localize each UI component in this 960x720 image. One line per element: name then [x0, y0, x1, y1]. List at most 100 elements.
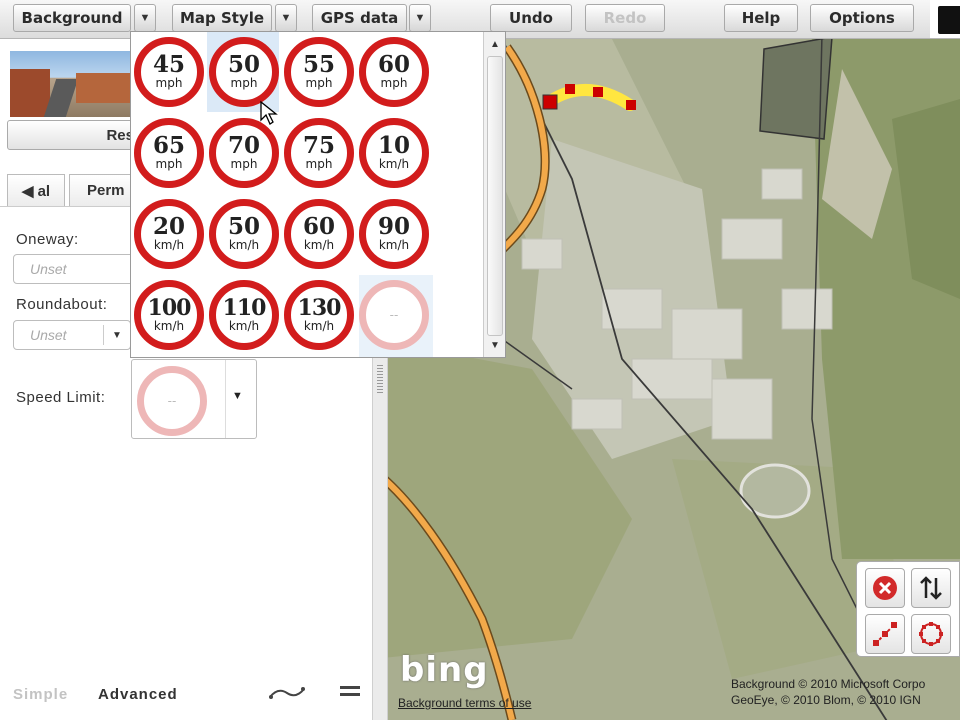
- speed-sign-option[interactable]: 100 km/h: [134, 280, 204, 350]
- speed-sign-option[interactable]: 70 mph: [209, 118, 279, 188]
- oneway-label: Oneway:: [16, 231, 79, 248]
- speed-sign-value: 70: [227, 132, 260, 159]
- tab-permissions[interactable]: Perm: [69, 174, 139, 206]
- speed-sign-value: 50: [227, 51, 260, 78]
- speed-sign-option[interactable]: 130 km/h: [284, 280, 354, 350]
- chevron-down-icon[interactable]: ▼: [232, 390, 243, 402]
- roundabout-value: Unset: [30, 327, 67, 343]
- attribution-line: GeoEye, © 2010 Blom, © 2010 IGN: [731, 693, 921, 707]
- scroll-down-icon[interactable]: ▼: [484, 335, 505, 355]
- road-node-handle: [593, 87, 603, 97]
- speed-sign-unit: km/h: [153, 319, 185, 333]
- speed-sign-unit: km/h: [378, 238, 410, 252]
- speed-sign-option[interactable]: 65 mph: [134, 118, 204, 188]
- speed-sign-value: 130: [297, 295, 342, 321]
- speed-sign-unit: km/h: [228, 238, 260, 252]
- speed-sign-option[interactable]: 50 km/h: [209, 199, 279, 269]
- speed-limit-dropdown: 45 mph 50 mph 55 mph 60 mph 65 mph 70 mph 75 mph 10 km/…: [130, 31, 506, 358]
- road-shape-icon[interactable]: [268, 685, 306, 701]
- street-view-thumbnail[interactable]: [10, 51, 138, 117]
- speed-sign-value: 50: [227, 213, 260, 240]
- circularize-icon: [919, 622, 943, 646]
- speed-limit-select[interactable]: -- ▼: [131, 359, 257, 439]
- speed-sign-value: 110: [222, 295, 267, 321]
- reverse-direction-icon: [920, 576, 942, 600]
- speed-sign-unit: mph: [380, 76, 408, 90]
- speed-sign-value: 55: [302, 51, 335, 78]
- tab-general[interactable]: ◀ al: [7, 174, 65, 206]
- speed-sign-value: 90: [377, 213, 410, 240]
- speed-sign-unit: km/h: [303, 238, 335, 252]
- speed-limit-current-value: --: [167, 394, 177, 408]
- speed-sign-unit: mph: [305, 76, 333, 90]
- map-style-button[interactable]: Map Style: [172, 4, 272, 32]
- delete-button[interactable]: [865, 568, 905, 608]
- reset-button[interactable]: Res: [7, 120, 137, 150]
- straighten-button[interactable]: [865, 614, 905, 654]
- mode-simple-link[interactable]: Simple: [13, 686, 68, 703]
- scroll-up-icon[interactable]: ▲: [484, 34, 505, 54]
- delete-icon: [873, 576, 897, 600]
- speed-sign-value: 60: [302, 213, 335, 240]
- scroll-thumb[interactable]: [487, 56, 503, 336]
- straighten-icon: [873, 622, 897, 646]
- speed-sign-unset[interactable]: --: [359, 280, 429, 350]
- road-node-handle: [626, 100, 636, 110]
- undo-button[interactable]: Undo: [490, 4, 572, 32]
- speed-sign-option[interactable]: 60 mph: [359, 37, 429, 107]
- speed-sign-unit: km/h: [228, 319, 260, 333]
- speed-sign-value: 100: [147, 295, 192, 321]
- speed-sign-unit: mph: [155, 76, 183, 90]
- redo-button[interactable]: Redo: [585, 4, 665, 32]
- speed-sign-unit: mph: [305, 157, 333, 171]
- speed-sign-option[interactable]: 90 km/h: [359, 199, 429, 269]
- speed-limit-label: Speed Limit:: [16, 389, 106, 406]
- map-tool-palette: [856, 561, 960, 657]
- roundabout-label: Roundabout:: [16, 296, 108, 313]
- background-button[interactable]: Background: [13, 4, 131, 32]
- speed-sign-value: 20: [152, 213, 185, 240]
- mode-bar: Simple Advanced: [0, 675, 372, 720]
- roundabout-select[interactable]: Unset ▼: [13, 320, 131, 350]
- background-dropdown-icon[interactable]: ▼: [134, 4, 156, 32]
- speed-sign-option[interactable]: 75 mph: [284, 118, 354, 188]
- speed-sign-option[interactable]: 45 mph: [134, 37, 204, 107]
- speed-sign-value: 10: [377, 132, 410, 159]
- reverse-direction-button[interactable]: [911, 568, 951, 608]
- dropdown-scrollbar[interactable]: ▲ ▼: [483, 32, 505, 357]
- map-style-dropdown-icon[interactable]: ▼: [275, 4, 297, 32]
- speed-sign-value: 75: [302, 132, 335, 159]
- gps-data-dropdown-icon[interactable]: ▼: [409, 4, 431, 32]
- circularize-button[interactable]: [911, 614, 951, 654]
- gps-data-button[interactable]: GPS data: [312, 4, 407, 32]
- speed-sign-option[interactable]: 110 km/h: [209, 280, 279, 350]
- map-attribution: Background © 2010 Microsoft Corpo GeoEye…: [731, 676, 960, 708]
- help-button[interactable]: Help: [724, 4, 798, 32]
- speed-sign-unit: km/h: [303, 319, 335, 333]
- speed-sign-value: 60: [377, 51, 410, 78]
- account-icon: [938, 6, 960, 34]
- background-terms-link[interactable]: Background terms of use: [398, 696, 531, 710]
- speed-sign-unit: km/h: [153, 238, 185, 252]
- speed-sign-unit: mph: [155, 157, 183, 171]
- speed-sign-option[interactable]: 20 km/h: [134, 199, 204, 269]
- options-button[interactable]: Options: [810, 4, 914, 32]
- attribution-line: Background © 2010 Microsoft Corpo: [731, 677, 926, 691]
- menu-icon[interactable]: [340, 685, 360, 699]
- oneway-select[interactable]: Unset: [13, 254, 138, 284]
- mouse-cursor-icon: [260, 100, 278, 125]
- road-node-handle: [542, 94, 558, 110]
- speed-sign-option[interactable]: 10 km/h: [359, 118, 429, 188]
- chevron-down-icon[interactable]: ▼: [103, 325, 130, 345]
- speed-sign-option[interactable]: 50 mph: [209, 37, 279, 107]
- speed-sign-unit: km/h: [378, 157, 410, 171]
- oneway-value: Unset: [30, 261, 67, 277]
- mode-advanced-link[interactable]: Advanced: [98, 686, 178, 703]
- road-node-handle: [565, 84, 575, 94]
- bing-logo: bing: [400, 650, 489, 690]
- speed-sign-value: 45: [152, 51, 185, 78]
- account-button[interactable]: [930, 0, 960, 38]
- speed-sign-unit: mph: [230, 157, 258, 171]
- speed-sign-option[interactable]: 60 km/h: [284, 199, 354, 269]
- speed-sign-option[interactable]: 55 mph: [284, 37, 354, 107]
